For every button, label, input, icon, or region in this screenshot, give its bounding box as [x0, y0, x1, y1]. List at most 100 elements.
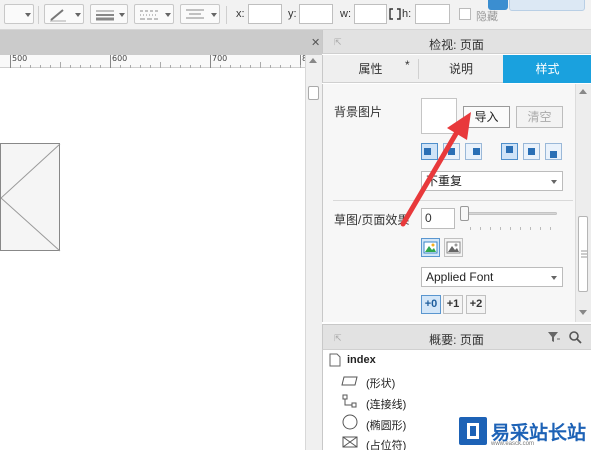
- background-image-preview: [421, 98, 457, 134]
- align-bottom-button[interactable]: [545, 143, 562, 160]
- font-select-value: Applied Font: [426, 270, 494, 284]
- ruler-ticks: [10, 55, 301, 68]
- line-style-dropdown[interactable]: [134, 4, 174, 24]
- tab-properties-label: 属性: [358, 62, 383, 76]
- align-top-button[interactable]: [501, 143, 518, 160]
- outline-item-shape[interactable]: (形状): [366, 375, 395, 391]
- chevron-down-icon: [75, 13, 81, 17]
- chevron-down-icon: [25, 13, 31, 17]
- outline-item-ellipse[interactable]: (椭圆形): [366, 417, 406, 433]
- ruler-label-700: 700: [212, 54, 228, 63]
- properties-scroll-thumb[interactable]: [578, 216, 588, 292]
- y-label: y:: [288, 8, 297, 20]
- import-button[interactable]: 导入: [463, 106, 510, 128]
- grayscale-image-icon: [446, 241, 461, 254]
- tab-notes[interactable]: 说明: [419, 55, 503, 83]
- tab-style-label: 样式: [535, 62, 560, 76]
- clear-button[interactable]: 清空: [516, 106, 563, 128]
- grayscale-image-button[interactable]: [444, 238, 463, 257]
- x-input[interactable]: [248, 4, 282, 24]
- publish-icon[interactable]: [488, 0, 508, 10]
- background-image-label: 背景图片: [334, 105, 383, 119]
- line-width-dropdown[interactable]: [90, 4, 128, 24]
- align-right-icon: [473, 148, 480, 155]
- search-icon[interactable]: [568, 330, 582, 344]
- tab-notes-label: 说明: [448, 62, 473, 76]
- w-input[interactable]: [354, 4, 387, 24]
- slider-tick: [540, 227, 541, 230]
- chevron-down-icon: [211, 13, 217, 17]
- toolbar-divider: [38, 6, 39, 24]
- close-icon[interactable]: ✕: [311, 36, 320, 49]
- align-center-icon: [448, 148, 455, 155]
- color-image-icon: [423, 241, 438, 254]
- watermark-subtext: www.easck.com: [491, 441, 535, 447]
- align-right-button[interactable]: [465, 143, 482, 160]
- sketch-effect-label: 草图/页面效果: [334, 213, 410, 227]
- dash-style-icon: [140, 10, 158, 20]
- publish-button[interactable]: [509, 0, 585, 11]
- tab-properties[interactable]: 属性 *: [323, 55, 418, 83]
- font-select[interactable]: Applied Font: [421, 267, 563, 287]
- shape-icon: [341, 376, 358, 386]
- x-label: x:: [236, 8, 245, 20]
- watermark-logo: [459, 417, 487, 445]
- placeholder-icon: [342, 436, 358, 448]
- inspector-tabs: 属性 * 说明 样式: [322, 55, 591, 83]
- tab-style[interactable]: 样式: [503, 55, 591, 83]
- horizontal-ruler: 500 600 700 800: [0, 54, 317, 68]
- font-offset-2-button[interactable]: +2: [466, 295, 486, 314]
- slider-tick: [480, 227, 481, 230]
- connector-icon: [342, 394, 357, 408]
- y-input[interactable]: [299, 4, 333, 24]
- page-icon: [329, 353, 341, 367]
- align-left-icon: [424, 148, 431, 155]
- placeholder-cross: [0, 143, 61, 252]
- line-width-icon: [96, 10, 114, 21]
- outline-item-index[interactable]: index: [347, 354, 376, 366]
- ruler-label-500: 500: [12, 54, 28, 63]
- align-left-button[interactable]: [421, 143, 438, 160]
- hide-checkbox[interactable]: [459, 8, 471, 20]
- filter-icon[interactable]: [547, 331, 561, 343]
- outline-item-connector[interactable]: (连接线): [366, 396, 406, 412]
- pen-icon: [50, 9, 66, 22]
- h-input[interactable]: [415, 4, 450, 24]
- modified-marker: *: [405, 58, 410, 72]
- placeholder-widget[interactable]: [0, 143, 61, 252]
- scroll-down-arrow-icon[interactable]: [579, 310, 587, 315]
- outline-item-placeholder[interactable]: (占位符): [366, 437, 406, 450]
- color-image-button[interactable]: [421, 238, 440, 257]
- scroll-up-arrow-icon[interactable]: [579, 89, 587, 94]
- sketch-slider-track[interactable]: [465, 212, 557, 215]
- slider-tick: [500, 227, 501, 230]
- ellipse-icon: [342, 414, 358, 430]
- font-offset-0-button[interactable]: +0: [421, 295, 441, 314]
- hide-label: 隐藏: [476, 11, 498, 23]
- align-center-button[interactable]: [443, 143, 460, 160]
- canvas-tab-bar: [0, 30, 322, 55]
- canvas-scrollbar[interactable]: [305, 55, 322, 450]
- h-label: h:: [402, 8, 412, 20]
- canvas-scroll-thumb[interactable]: [308, 86, 319, 100]
- line-color-dropdown[interactable]: [44, 4, 84, 24]
- slider-tick: [550, 227, 551, 230]
- align-middle-icon: [528, 148, 535, 155]
- scroll-up-arrow-icon[interactable]: [309, 58, 317, 63]
- slider-tick: [490, 227, 491, 230]
- sketch-slider-thumb[interactable]: [460, 206, 469, 221]
- align-middle-button[interactable]: [523, 143, 540, 160]
- align-lines-icon: [186, 9, 204, 19]
- align-dropdown[interactable]: [180, 4, 220, 24]
- chevron-down-icon: [551, 276, 557, 280]
- link-ratio-icon[interactable]: [389, 8, 401, 20]
- toolbar-dropdown-a[interactable]: [4, 4, 34, 24]
- chevron-down-icon: [165, 13, 171, 17]
- repeat-select[interactable]: 不重复: [421, 171, 563, 191]
- font-offset-1-button[interactable]: +1: [443, 295, 463, 314]
- sketch-value-input[interactable]: 0: [421, 208, 455, 229]
- design-canvas[interactable]: [0, 69, 305, 450]
- slider-tick: [530, 227, 531, 230]
- slider-tick: [520, 227, 521, 230]
- chevron-down-icon: [119, 13, 125, 17]
